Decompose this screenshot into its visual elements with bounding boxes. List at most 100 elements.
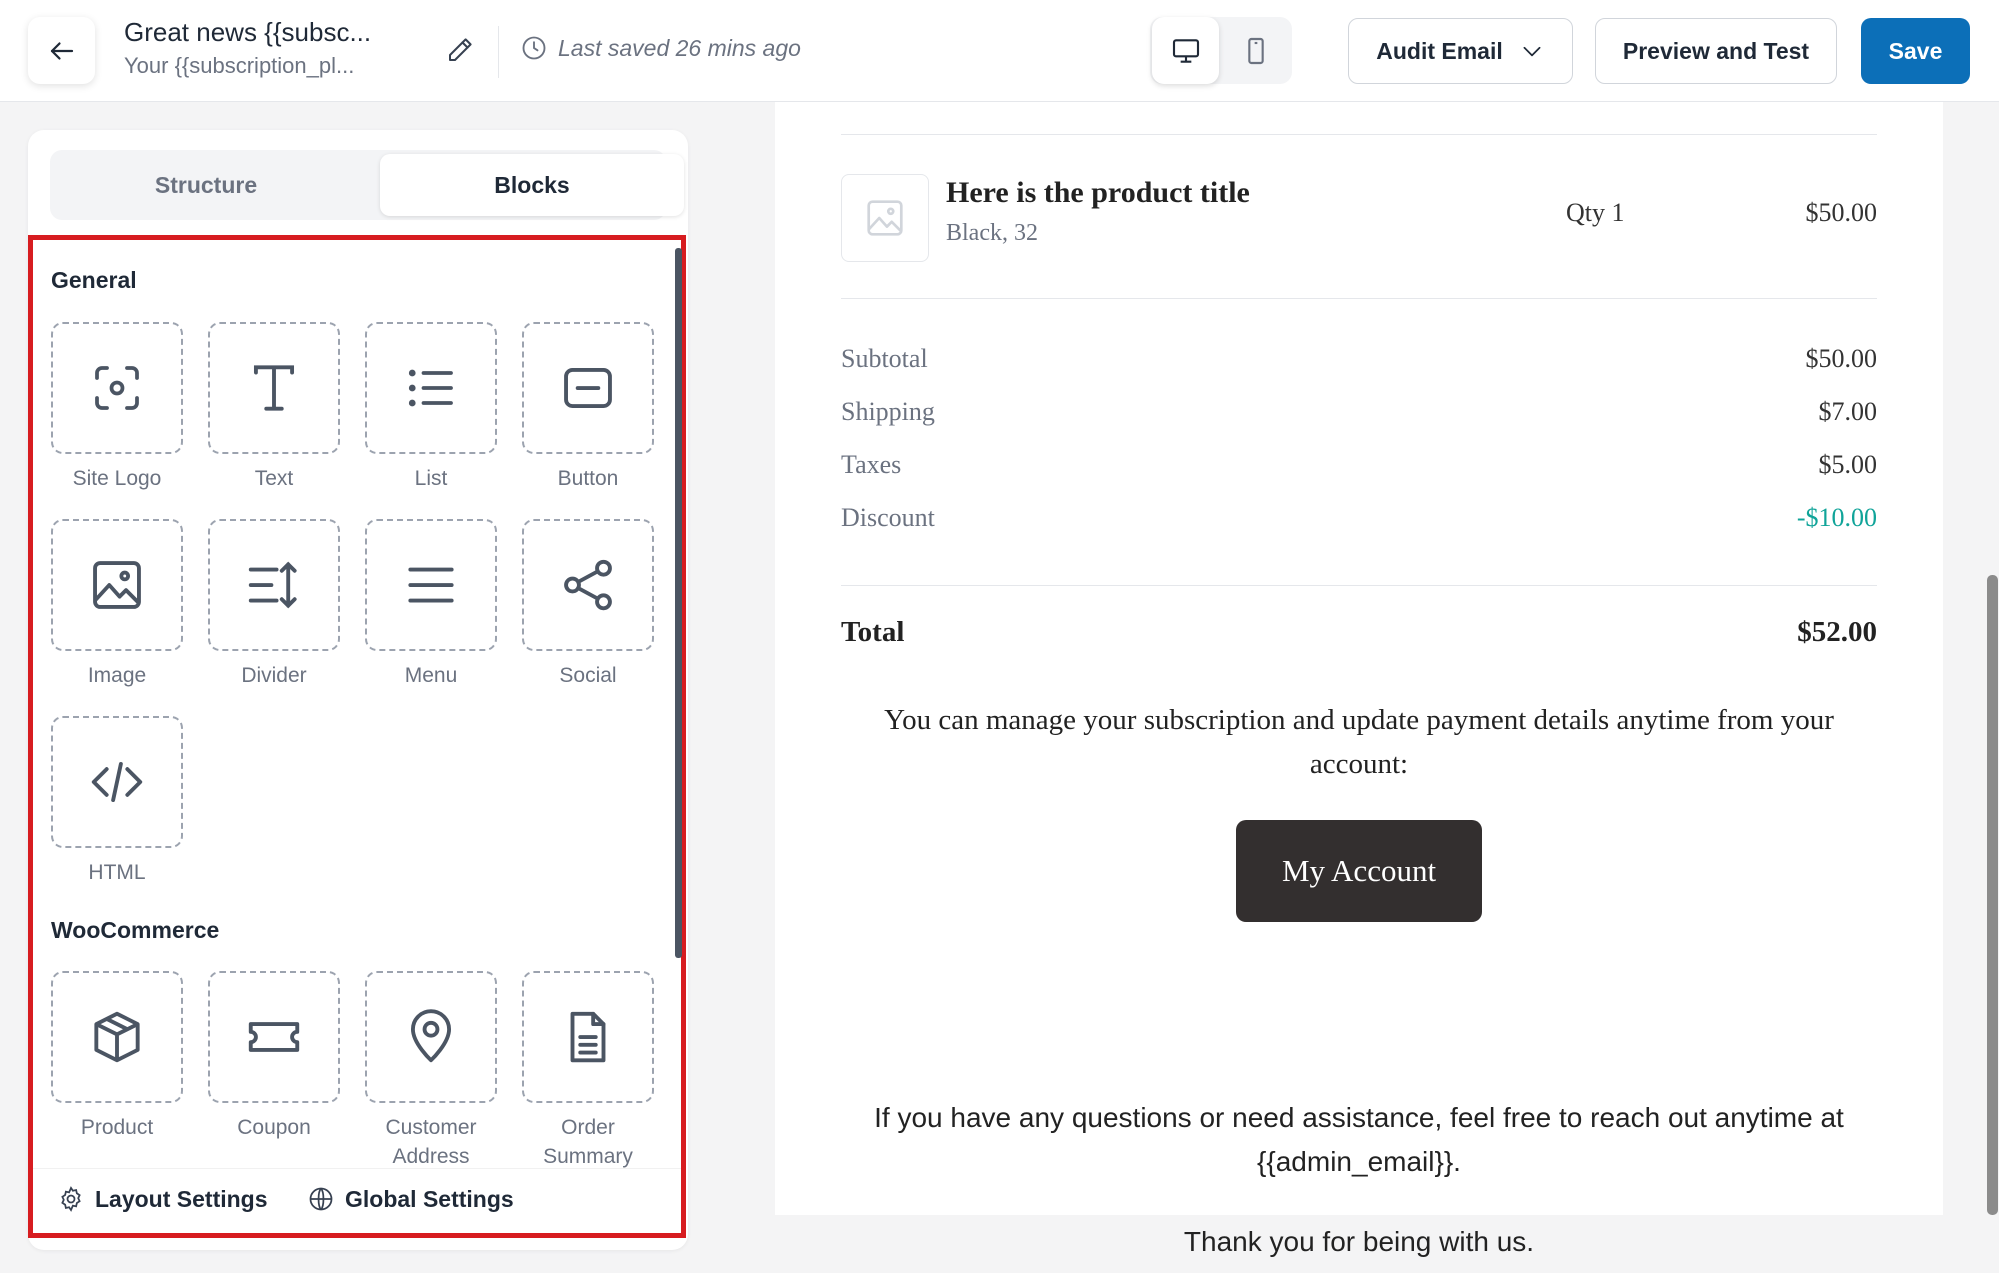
- image-icon: [93, 561, 141, 609]
- general-section-title: General: [51, 267, 137, 293]
- text-icon: [253, 365, 295, 411]
- block-site-logo[interactable]: Site Logo: [51, 322, 183, 493]
- email-title-area: Great news {{subsc... Your {{subscriptio…: [124, 16, 424, 82]
- button-icon: [564, 367, 612, 409]
- chevron-down-icon: [1523, 46, 1541, 57]
- block-label: HTML: [88, 861, 146, 884]
- block-menu[interactable]: Menu: [365, 519, 497, 690]
- block-label: Coupon: [237, 1116, 311, 1139]
- block-label: Customer Address: [385, 1116, 477, 1168]
- desktop-icon: [1172, 38, 1199, 63]
- summary-value-taxes: $5.00: [1818, 450, 1878, 479]
- summary-value-shipping: $7.00: [1818, 397, 1878, 426]
- document-icon: [570, 1011, 606, 1063]
- mobile-icon: [1247, 37, 1264, 64]
- panel-tabs: Structure Blocks: [50, 150, 684, 220]
- block-html[interactable]: HTML: [51, 716, 183, 887]
- layout-settings-link[interactable]: Layout Settings: [57, 1185, 268, 1213]
- tab-structure[interactable]: Structure: [54, 154, 358, 216]
- block-text[interactable]: Text: [208, 322, 340, 493]
- back-button[interactable]: [28, 17, 95, 84]
- block-coupon-tile: [208, 971, 340, 1103]
- block-list[interactable]: List: [365, 322, 497, 493]
- site-logo-icon: [95, 366, 139, 410]
- arrow-left-icon: [50, 41, 73, 60]
- summary-label-subtotal: Subtotal: [841, 344, 928, 373]
- block-product[interactable]: Product: [51, 971, 183, 1142]
- mobile-view-button[interactable]: [1222, 17, 1289, 84]
- box-icon: [94, 1011, 140, 1063]
- my-account-button[interactable]: My Account: [1236, 820, 1482, 922]
- clock-icon: [522, 36, 546, 60]
- summary-label-discount: Discount: [841, 503, 935, 532]
- block-coupon[interactable]: Coupon: [208, 971, 340, 1142]
- block-list-tile: [365, 322, 497, 454]
- block-label: Divider: [241, 664, 307, 687]
- divider-line: [841, 134, 1877, 135]
- thanks-text: Thank you for being with us.: [1183, 1226, 1535, 1257]
- save-button[interactable]: Save: [1861, 18, 1970, 84]
- help-text: If you have any questions or need assist…: [874, 1102, 1844, 1177]
- product-variant: Black, 32: [946, 220, 1038, 246]
- block-label: Social: [559, 664, 617, 687]
- block-label: Menu: [404, 664, 458, 687]
- panel-footer: Layout Settings Global Settings: [33, 1168, 681, 1233]
- block-customer-address-tile: [365, 971, 497, 1103]
- block-image[interactable]: Image: [51, 519, 183, 690]
- block-label: Order Summary: [543, 1116, 633, 1168]
- edit-title-button[interactable]: [442, 32, 478, 68]
- email-preview: Here is the product title Black, 32 Qty …: [775, 102, 1943, 1257]
- ticket-icon: [248, 1022, 300, 1052]
- audit-email-label: Audit Email: [1376, 37, 1503, 64]
- product-image-placeholder: [841, 174, 929, 262]
- top-bar: Great news {{subsc... Your {{subscriptio…: [0, 0, 1999, 102]
- block-button-tile: [522, 322, 654, 454]
- menu-icon: [408, 567, 454, 603]
- global-settings-link[interactable]: Global Settings: [307, 1185, 514, 1213]
- block-social[interactable]: Social: [522, 519, 654, 690]
- page-scrollbar-thumb[interactable]: [1987, 575, 1998, 1215]
- save-status: Last saved 26 mins ago: [520, 34, 801, 62]
- divider-line: [841, 585, 1877, 586]
- audit-email-dropdown[interactable]: Audit Email: [1348, 18, 1573, 84]
- gear-icon: [61, 1186, 81, 1212]
- summary-value-discount: -$10.00: [1796, 503, 1877, 532]
- desktop-view-button[interactable]: [1152, 17, 1219, 84]
- image-placeholder-icon: [867, 200, 903, 236]
- block-divider[interactable]: Divider: [208, 519, 340, 690]
- block-social-tile: [522, 519, 654, 651]
- block-label: Site Logo: [72, 467, 162, 490]
- block-image-tile: [51, 519, 183, 651]
- block-order-summary-tile: [522, 971, 654, 1103]
- block-label: Text: [254, 467, 294, 490]
- pencil-icon: [449, 38, 472, 61]
- tab-blocks[interactable]: Blocks: [380, 154, 684, 216]
- save-label: Save: [1888, 37, 1943, 64]
- block-label: Product: [80, 1116, 154, 1139]
- product-qty: Qty 1: [1566, 198, 1625, 227]
- preview-and-test-button[interactable]: Preview and Test: [1595, 18, 1837, 84]
- global-settings-label: Global Settings: [345, 1185, 514, 1212]
- block-order-summary[interactable]: Order Summary: [522, 971, 654, 1171]
- block-text-tile: [208, 322, 340, 454]
- summary-label-shipping: Shipping: [841, 397, 935, 426]
- divider-line: [841, 298, 1877, 299]
- summary-value-subtotal: $50.00: [1805, 344, 1878, 373]
- total-label: Total: [841, 616, 905, 648]
- divider-icon: [248, 561, 297, 609]
- map-pin-icon: [410, 1009, 452, 1063]
- email-title: Great news {{subsc...: [124, 17, 372, 47]
- block-button[interactable]: Button: [522, 322, 654, 493]
- panel-scrollbar[interactable]: [675, 248, 682, 958]
- block-customer-address[interactable]: Customer Address: [365, 971, 497, 1171]
- manage-subscription-text: You can manage your subscription and upd…: [884, 704, 1834, 780]
- total-value: $52.00: [1797, 616, 1877, 648]
- code-icon: [91, 761, 143, 803]
- list-icon: [408, 369, 453, 407]
- header-divider: [498, 26, 499, 78]
- layout-settings-label: Layout Settings: [95, 1185, 268, 1212]
- share-icon: [564, 559, 612, 611]
- device-toggle: [1150, 17, 1292, 84]
- block-label: Button: [557, 467, 619, 490]
- summary-label-taxes: Taxes: [841, 450, 902, 479]
